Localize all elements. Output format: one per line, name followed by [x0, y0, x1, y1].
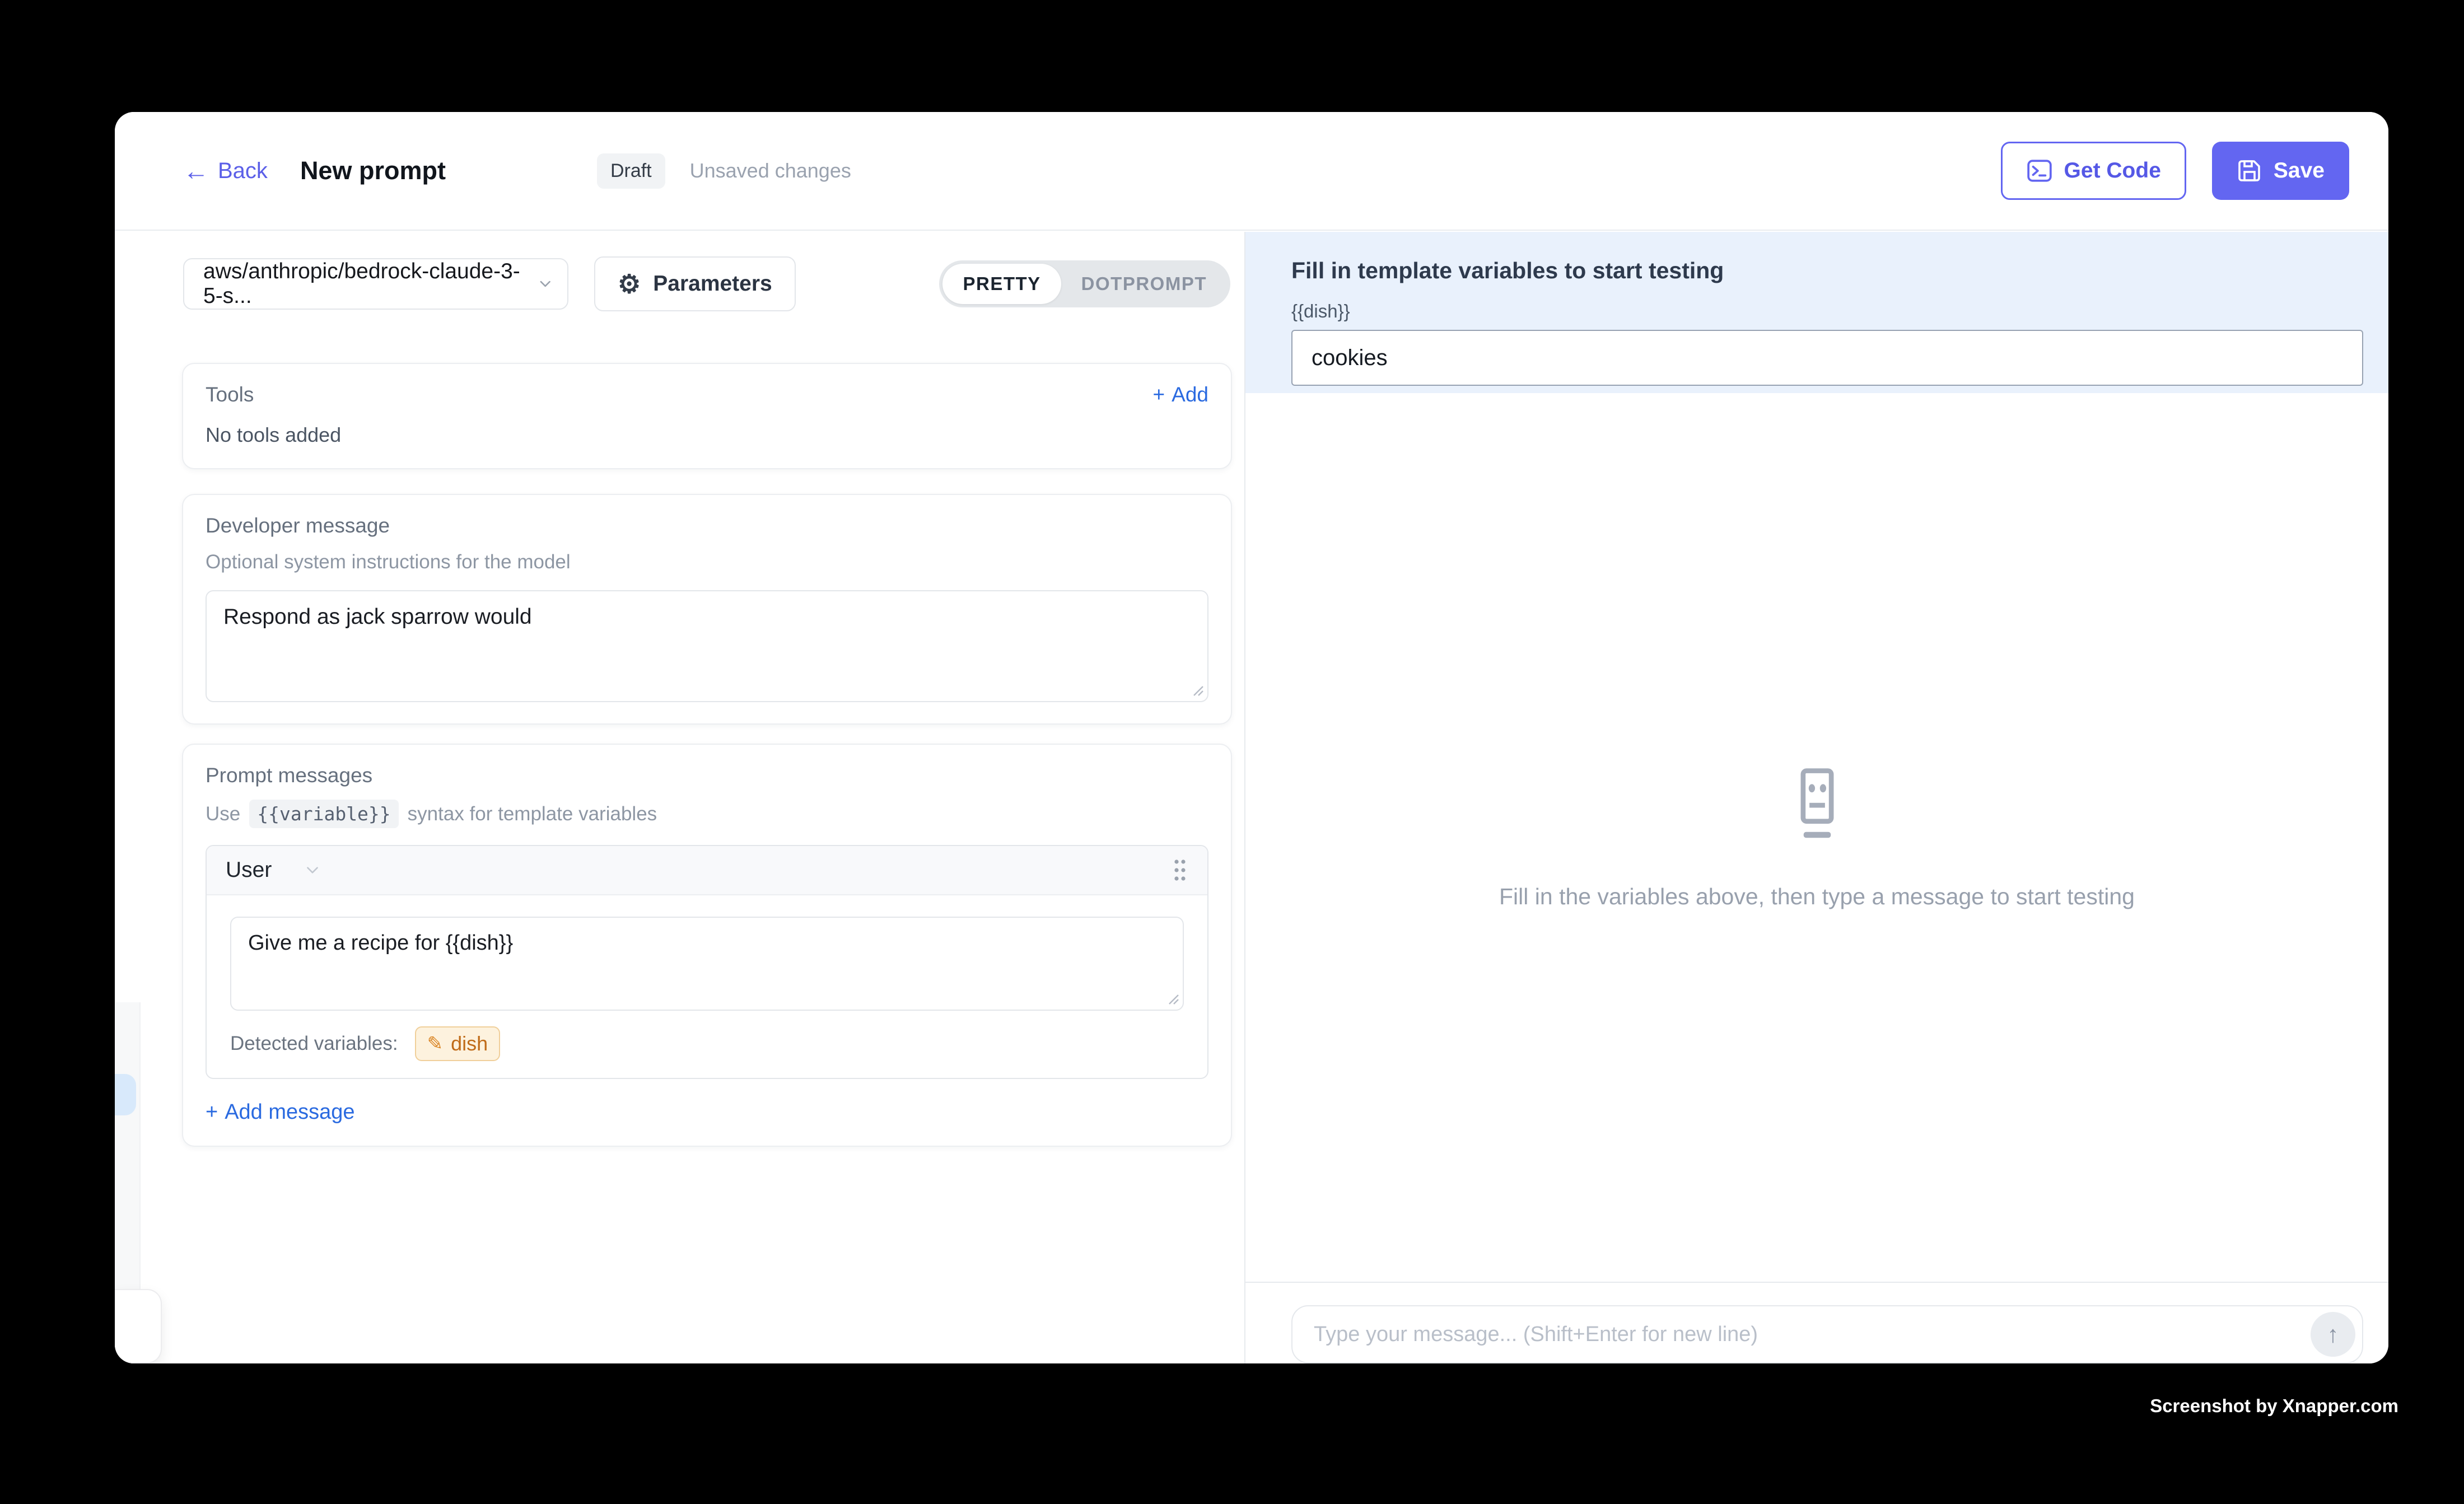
model-select-value: aws/anthropic/bedrock-claude-3-5-s...	[203, 259, 538, 309]
chat-empty-text: Fill in the variables above, then type a…	[1499, 884, 2135, 910]
add-tool-label: Add	[1172, 383, 1208, 407]
send-message-button[interactable]: ↑	[2311, 1312, 2355, 1357]
add-message-button[interactable]: + Add message	[206, 1100, 1208, 1124]
parameters-button[interactable]: ⚙ Parameters	[594, 256, 796, 311]
model-select[interactable]: aws/anthropic/bedrock-claude-3-5-s...	[183, 258, 568, 310]
prompt-messages-title: Prompt messages	[206, 764, 1208, 787]
detected-variables-row: Detected variables: ✎ dish	[230, 1026, 1184, 1061]
template-variables-header: Fill in template variables to start test…	[1245, 232, 2388, 393]
view-mode-toggle: PRETTY DOTPROMPT	[939, 260, 1230, 307]
add-message-label: Add message	[225, 1100, 354, 1124]
dish-variable-label: {{dish}}	[1291, 301, 2363, 322]
main-area: aws/anthropic/bedrock-claude-3-5-s... ⚙ …	[115, 232, 2388, 1363]
developer-message-textarea[interactable]: Respond as jack sparrow would	[206, 590, 1208, 702]
drag-handle-icon[interactable]	[1172, 857, 1188, 883]
app-header: ← Back New prompt Draft Unsaved changes …	[115, 112, 2388, 231]
developer-message-title: Developer message	[206, 514, 1208, 538]
plus-icon: +	[206, 1100, 218, 1124]
add-tool-button[interactable]: + Add	[1153, 383, 1208, 407]
plus-icon: +	[1153, 383, 1165, 407]
arrow-up-icon: ↑	[2327, 1321, 2339, 1348]
chevron-down-icon	[538, 275, 553, 292]
tools-empty-text: No tools added	[206, 423, 1208, 447]
role-select-value: User	[226, 858, 272, 882]
variable-chip-label: dish	[451, 1032, 488, 1055]
message-header: User	[207, 846, 1207, 895]
developer-message-subtitle: Optional system instructions for the mod…	[206, 551, 1208, 573]
dish-variable-input[interactable]	[1291, 330, 2363, 386]
template-hint: Use {{variable}} syntax for template var…	[206, 800, 1208, 828]
get-code-label: Get Code	[2064, 158, 2161, 183]
chat-message-input[interactable]	[1292, 1306, 2362, 1362]
hint-prefix: Use	[206, 803, 240, 825]
chat-input-wrap: ↑	[1291, 1305, 2363, 1363]
save-label: Save	[2274, 158, 2325, 183]
test-panel: Fill in template variables to start test…	[1244, 232, 2388, 1363]
toggle-dotprompt[interactable]: DOTPROMPT	[1061, 264, 1227, 304]
pencil-icon: ✎	[427, 1033, 444, 1055]
save-icon	[2237, 158, 2262, 184]
robot-face-icon	[1788, 765, 1846, 847]
chevron-down-icon	[304, 862, 321, 879]
variable-syntax-chip: {{variable}}	[249, 800, 398, 828]
detected-variables-label: Detected variables:	[230, 1033, 398, 1055]
back-label: Back	[218, 158, 268, 184]
watermark-text: Screenshot by Xnapper.com	[2150, 1395, 2398, 1417]
variables-heading: Fill in template variables to start test…	[1291, 258, 2363, 284]
save-button[interactable]: Save	[2212, 142, 2349, 200]
gear-icon: ⚙	[618, 271, 641, 297]
hint-suffix: syntax for template variables	[408, 803, 657, 825]
back-button[interactable]: ← Back	[183, 158, 268, 184]
role-select[interactable]: User	[226, 858, 321, 882]
terminal-icon	[2026, 157, 2053, 184]
prompt-messages-card: Prompt messages Use {{variable}} syntax …	[182, 744, 1232, 1147]
back-arrow-icon: ←	[183, 158, 209, 184]
tools-card: Tools + Add No tools added	[182, 363, 1232, 469]
unsaved-changes-label: Unsaved changes	[690, 159, 851, 183]
message-body: Give me a recipe for {{dish}} Detected v…	[207, 895, 1207, 1078]
left-edge-active-item	[115, 1074, 136, 1115]
developer-message-card: Developer message Optional system instru…	[182, 494, 1232, 725]
chat-empty-state: Fill in the variables above, then type a…	[1245, 393, 2388, 1283]
left-edge-popover	[115, 1289, 162, 1363]
parameters-label: Parameters	[653, 272, 772, 296]
tools-title: Tools	[206, 383, 254, 407]
toggle-pretty[interactable]: PRETTY	[942, 264, 1061, 304]
chat-input-row: ↑	[1245, 1283, 2388, 1363]
message-textarea[interactable]: Give me a recipe for {{dish}}	[230, 917, 1184, 1011]
editor-toolbar: aws/anthropic/bedrock-claude-3-5-s... ⚙ …	[115, 232, 1244, 311]
message-block: User	[206, 845, 1208, 1079]
draft-status-badge: Draft	[597, 153, 665, 189]
variable-chip-dish[interactable]: ✎ dish	[415, 1026, 501, 1061]
screenshot-stage: ← Back New prompt Draft Unsaved changes …	[0, 0, 2464, 1504]
page-title: New prompt	[300, 156, 446, 185]
get-code-button[interactable]: Get Code	[2001, 142, 2186, 200]
app-window: ← Back New prompt Draft Unsaved changes …	[115, 112, 2388, 1363]
prompt-editor-panel: aws/anthropic/bedrock-claude-3-5-s... ⚙ …	[115, 232, 1244, 1363]
